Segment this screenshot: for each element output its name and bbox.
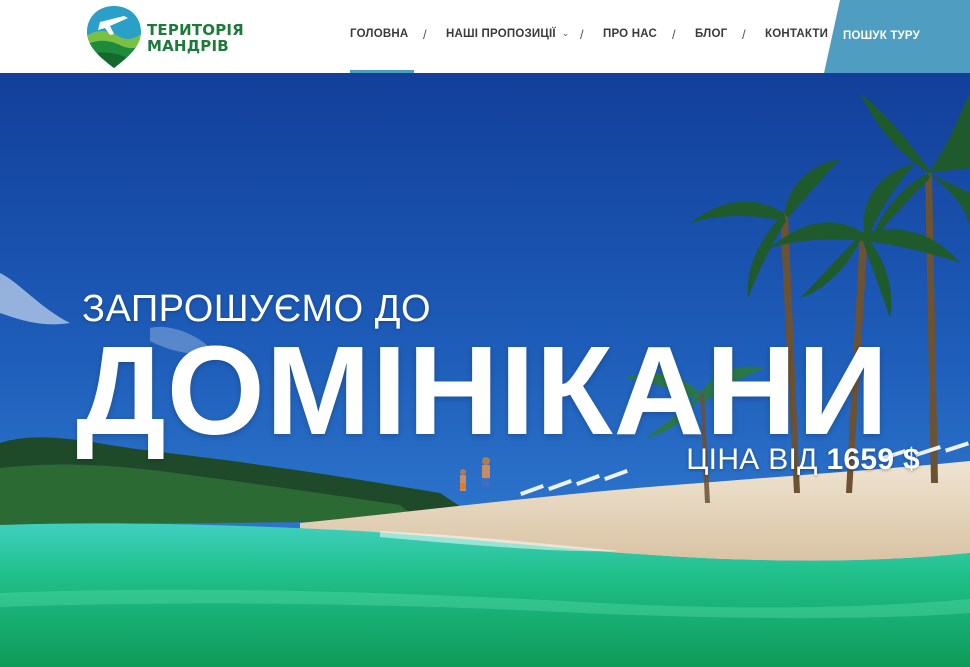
- site-header: ТЕРИТОРІЯ МАНДРІВ ГОЛОВНА / НАШІ ПРОПОЗИ…: [0, 0, 970, 73]
- hero-banner: ЗАПРОШУЄМО ДО ДОМІНІКАНИ ЦІНА ВІД 1659 $: [0, 73, 970, 667]
- hero-price-prefix: ЦІНА ВІД: [686, 443, 818, 476]
- logo-line-2: МАНДРІВ: [147, 37, 229, 55]
- nav-separator: /: [580, 27, 584, 42]
- nav-separator: /: [672, 27, 676, 42]
- nav-active-indicator: [350, 70, 414, 73]
- logo-pin-icon: [87, 6, 141, 68]
- logo-text: ТЕРИТОРІЯ МАНДРІВ: [147, 22, 244, 54]
- chevron-down-icon: ⌄: [561, 28, 570, 38]
- nav-separator: /: [423, 27, 427, 42]
- nav-separator: /: [742, 27, 746, 42]
- logo-line-1: ТЕРИТОРІЯ: [147, 21, 244, 39]
- search-tour-label: ПОШУК ТУРУ: [843, 29, 920, 42]
- hero-title: ДОМІНІКАНИ: [76, 320, 890, 461]
- hero-price: ЦІНА ВІД 1659 $: [686, 443, 920, 477]
- nav-item-offers[interactable]: НАШІ ПРОПОЗИЦІЇ ⌄: [446, 28, 569, 40]
- nav-item-contacts[interactable]: КОНТАКТИ: [765, 28, 828, 40]
- nav-item-home[interactable]: ГОЛОВНА: [350, 28, 408, 40]
- site-logo[interactable]: ТЕРИТОРІЯ МАНДРІВ: [84, 4, 254, 70]
- nav-item-about[interactable]: ПРО НАС: [603, 28, 657, 40]
- nav-item-offers-label: НАШІ ПРОПОЗИЦІЇ: [446, 28, 556, 40]
- hero-price-value: 1659 $: [826, 443, 920, 476]
- search-tour-button[interactable]: ПОШУК ТУРУ: [824, 0, 970, 73]
- nav-item-blog[interactable]: БЛОГ: [695, 28, 727, 40]
